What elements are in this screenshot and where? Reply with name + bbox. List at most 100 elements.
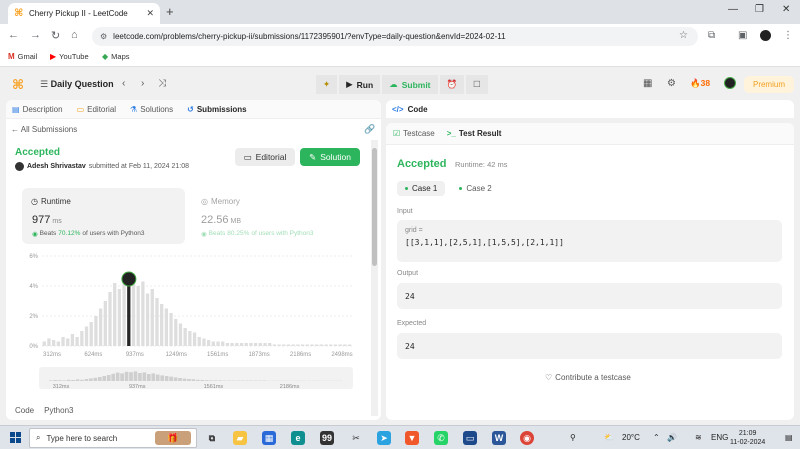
distribution-bar[interactable] [42, 341, 46, 347]
scroll-thumb[interactable] [372, 148, 377, 266]
distribution-bar[interactable] [47, 338, 51, 347]
case-1-tab[interactable]: Case 1 [397, 181, 446, 196]
distribution-bar[interactable] [319, 344, 324, 347]
distribution-bar[interactable] [98, 308, 103, 347]
bookmark-maps[interactable]: ◆ Maps [102, 52, 130, 61]
distribution-bar[interactable] [51, 340, 56, 346]
distribution-bar[interactable] [80, 331, 84, 346]
brave-icon[interactable]: ▼ [405, 431, 419, 445]
distribution-bar[interactable] [305, 344, 309, 347]
distribution-bar[interactable] [225, 343, 230, 346]
notes-button[interactable]: ☐ [466, 75, 488, 94]
distribution-bar[interactable] [347, 344, 352, 347]
distribution-bar[interactable] [183, 328, 187, 346]
author-avatar[interactable] [15, 162, 24, 171]
distribution-bar[interactable] [122, 277, 126, 346]
settings-gear-icon[interactable]: ⚙ [667, 78, 676, 89]
search-highlight-icon[interactable]: 🎁 [155, 431, 191, 445]
distribution-bar[interactable] [160, 304, 164, 346]
notification-app-icon[interactable]: 99 [320, 431, 334, 445]
distribution-bar[interactable] [343, 344, 347, 347]
distribution-bar[interactable] [235, 343, 239, 346]
distribution-bar[interactable] [329, 344, 333, 347]
distribution-bar[interactable] [192, 332, 197, 347]
clock[interactable]: 21:09 11-02-2024 [730, 429, 765, 447]
bookmark-youtube[interactable]: ▶ YouTube [50, 52, 89, 61]
distribution-bar[interactable] [253, 343, 258, 346]
shuffle-icon[interactable]: ⤨ [158, 78, 166, 89]
url-bar[interactable]: ⚙ leetcode.com/problems/cherry-pickup-ii… [92, 27, 698, 46]
distribution-bar[interactable] [315, 344, 319, 347]
chrome-icon[interactable]: ◉ [520, 431, 534, 445]
distribution-bar[interactable] [206, 340, 211, 346]
word-icon[interactable]: W [492, 431, 506, 445]
solution-button[interactable]: ✎ Solution [300, 148, 360, 166]
close-tab-icon[interactable]: ✕ [146, 8, 154, 19]
distribution-bar[interactable] [300, 344, 305, 347]
edge-icon[interactable]: e [291, 431, 305, 445]
runtime-card[interactable]: ◷ Runtime 977 ms ◉ Beats 70.12% of users w… [22, 188, 185, 244]
distribution-bar[interactable] [94, 316, 98, 346]
distribution-bar[interactable] [216, 341, 220, 347]
tab-submissions[interactable]: ↺ Submissions [187, 105, 247, 114]
people-icon[interactable]: ⚲ [570, 433, 576, 442]
leetcode-logo-icon[interactable]: ⌘ [12, 77, 24, 92]
author-name[interactable]: Adesh Shrivastav [27, 163, 86, 170]
menu-kebab-icon[interactable]: ⋮ [783, 30, 793, 41]
distribution-bar[interactable] [84, 326, 89, 347]
sidebar-icon[interactable]: ▣ [738, 30, 747, 41]
layout-icon[interactable]: ▦ [643, 78, 652, 89]
distribution-bar[interactable] [117, 289, 122, 346]
back-icon[interactable]: ← [8, 29, 19, 41]
distribution-bar[interactable] [258, 343, 262, 346]
distribution-bar[interactable] [169, 313, 173, 346]
extensions-icon[interactable]: ⧉ [708, 30, 715, 41]
distribution-bar[interactable] [155, 298, 159, 346]
weather-temp[interactable]: 20°C [622, 433, 640, 442]
debug-button[interactable]: ✦ [316, 75, 338, 94]
premium-button[interactable]: Premium [744, 76, 794, 93]
distribution-bar[interactable] [145, 293, 150, 347]
distribution-bar[interactable] [103, 301, 107, 346]
distribution-bar[interactable] [211, 341, 215, 347]
all-submissions-link[interactable]: ← All Submissions [11, 125, 77, 134]
distribution-bar[interactable] [268, 343, 272, 346]
distribution-bar[interactable] [66, 338, 70, 347]
distribution-bar[interactable] [244, 343, 248, 346]
chart-range-minimap[interactable]: 312ms 937ms 1561ms 2186ms [39, 367, 353, 390]
restore-icon[interactable]: ❐ [755, 4, 764, 15]
minimize-icon[interactable]: — [728, 4, 738, 15]
distribution-bar[interactable] [333, 344, 338, 347]
wifi-icon[interactable]: ≋ [695, 433, 702, 442]
timer-button[interactable]: ⏰ [439, 75, 465, 94]
show-hidden-icons[interactable]: ⌃ [653, 433, 660, 442]
volume-icon[interactable]: 🔊 [667, 433, 677, 442]
distribution-bar[interactable] [277, 344, 281, 347]
distribution-bar[interactable] [61, 337, 65, 346]
telegram-icon[interactable]: ➤ [377, 431, 391, 445]
distribution-bar[interactable] [75, 337, 79, 346]
notifications-icon[interactable]: ▤ [785, 433, 793, 442]
distribution-bar[interactable] [291, 344, 295, 347]
distribution-bar[interactable] [197, 337, 201, 346]
distribution-bar[interactable] [263, 343, 267, 346]
memory-card[interactable]: ◎ Memory 22.56 MB ◉ Beats 80.25% of users … [201, 188, 351, 244]
bookmark-star-icon[interactable]: ☆ [679, 30, 688, 41]
store-icon[interactable]: ▦ [262, 431, 276, 445]
distribution-bar[interactable] [310, 344, 314, 347]
streak-counter[interactable]: 🔥38 [690, 78, 710, 89]
task-view-icon[interactable]: ⧉ [205, 431, 219, 445]
distribution-bar[interactable] [296, 344, 300, 347]
snip-icon[interactable]: ✂ [349, 431, 363, 445]
distribution-bar[interactable] [70, 334, 75, 346]
file-explorer-icon[interactable]: ▰ [233, 431, 247, 445]
site-info-icon[interactable]: ⚙ [100, 32, 107, 41]
submit-button[interactable]: ☁ Submit [382, 75, 438, 94]
distribution-bar[interactable] [282, 344, 286, 347]
distribution-bar[interactable] [56, 341, 60, 347]
distribution-bar[interactable] [230, 343, 234, 346]
new-tab-icon[interactable]: + [166, 4, 174, 19]
distribution-bar[interactable] [178, 323, 183, 347]
editorial-button[interactable]: ▭ Editorial [235, 148, 295, 166]
tab-solutions[interactable]: ⚗ Solutions [130, 105, 173, 114]
